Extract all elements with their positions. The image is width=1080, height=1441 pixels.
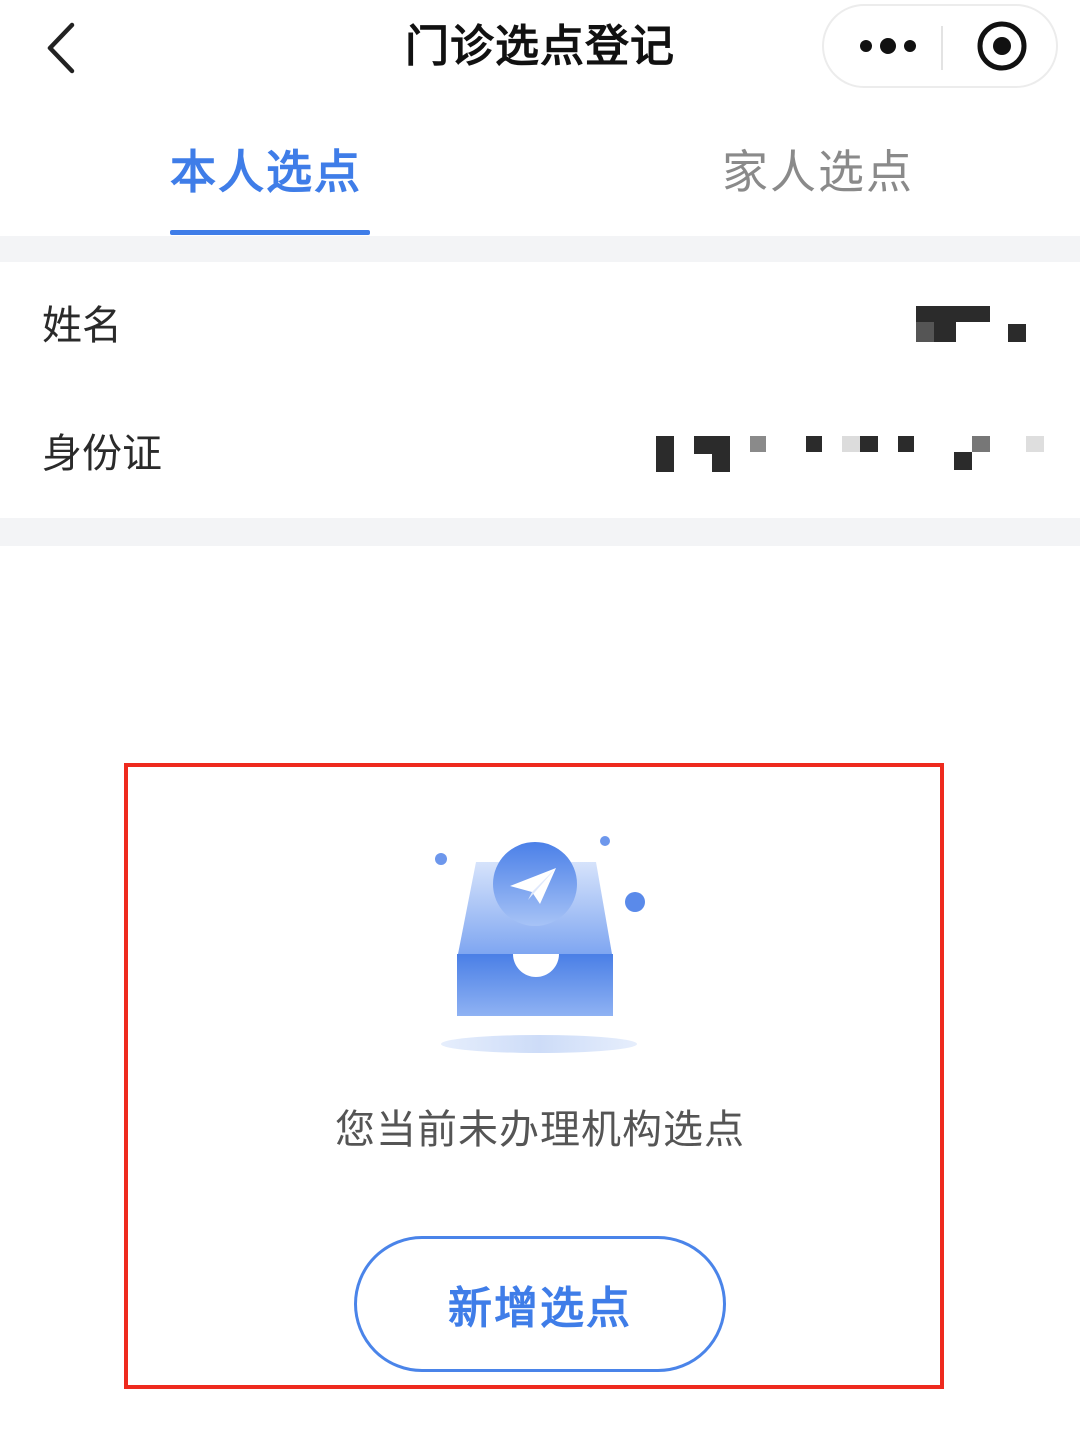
capsule-divider: [941, 26, 943, 70]
name-label: 姓名: [42, 303, 122, 349]
name-row: 姓名: [0, 262, 1080, 390]
close-mini-program-button[interactable]: [958, 14, 1046, 78]
id-row: 身份证: [0, 390, 1080, 518]
more-button[interactable]: [840, 14, 936, 78]
nav-bar: 门诊选点登记: [0, 0, 1080, 110]
target-circle-icon: [977, 21, 1027, 71]
empty-box-paper-plane-icon: [420, 826, 660, 1062]
tab-family-selection[interactable]: 家人选点: [722, 144, 914, 200]
active-tab-indicator: [170, 230, 370, 235]
page: 门诊选点登记 本人选点 家人选点 姓名 身份证 您当前未办理机构选点 新增选点: [0, 0, 1080, 1441]
section-divider: [0, 236, 1080, 262]
mini-program-capsule: [822, 4, 1058, 88]
id-label: 身份证: [42, 431, 162, 477]
add-selection-button[interactable]: 新增选点: [354, 1236, 726, 1372]
empty-state-message: 您当前未办理机构选点: [335, 1107, 745, 1153]
tab-bar: 本人选点 家人选点: [0, 118, 1080, 236]
more-dots-icon: [860, 38, 916, 54]
section-divider: [0, 518, 1080, 546]
tab-self-selection[interactable]: 本人选点: [170, 144, 362, 200]
